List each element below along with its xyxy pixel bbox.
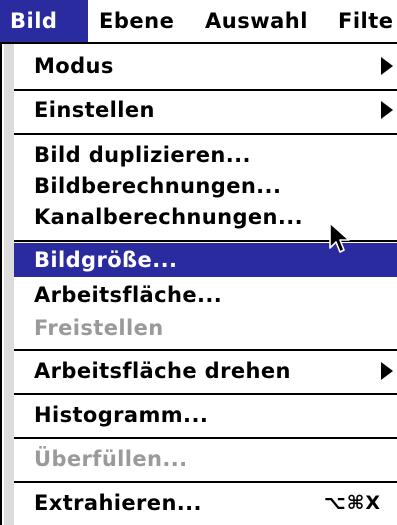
menu-item-label: Histogramm... [34,403,209,427]
menubar-item-auswahl[interactable]: Auswahl [205,0,308,42]
menubar-item-filter[interactable]: Filte [338,0,394,42]
menu-shadow-strip [4,44,14,525]
menu-item-label: Freistellen [34,316,164,340]
menu-item-extrahieren[interactable]: Extrahieren... ⌥⌘X [14,485,397,521]
menu-separator [14,133,397,135]
menu-item-arbeitsflaeche[interactable]: Arbeitsfläche... [14,277,397,313]
menu-separator [14,89,397,91]
menu-item-ueberfuellen: Überfüllen... [14,441,397,477]
menu-item-label: Einstellen [34,98,155,122]
menu-item-einstellen[interactable]: Einstellen [14,92,397,128]
menu-separator [14,437,397,439]
menu-item-label: Arbeitsfläche drehen [34,359,291,383]
menu-item-freistellen: Freistellen [14,310,397,346]
menu-item-histogramm[interactable]: Histogramm... [14,397,397,433]
bild-dropdown-menu: Modus Einstellen Bild duplizieren... Bil… [0,44,397,525]
menubar-item-bild[interactable]: Bild [0,0,88,42]
menu-item-arbeitsflaeche-drehen[interactable]: Arbeitsfläche drehen [14,353,397,389]
menubar-item-ebene[interactable]: Ebene [99,0,174,42]
menu-item-modus[interactable]: Modus [14,48,397,84]
menu-separator [14,349,397,351]
menu-item-label: Überfüllen... [34,447,188,471]
menu-item-label: Bildgröße... [34,248,178,272]
menu-item-label: Kanalberechnungen... [34,205,304,229]
submenu-arrow-icon [381,101,393,119]
menu-item-label: Extrahieren... [34,491,202,515]
submenu-arrow-icon [381,362,393,380]
menu-item-label: Bildberechnungen... [34,174,282,198]
submenu-arrow-icon [381,57,393,75]
menu-separator [14,481,397,483]
arrow-cursor-icon [329,222,350,253]
keyboard-shortcut: ⌥⌘X [323,492,381,514]
menu-item-label: Arbeitsfläche... [34,283,223,307]
menu-separator [14,393,397,395]
menu-item-label: Modus [34,54,114,78]
menu-bar: Bild Ebene Auswahl Filte [0,0,397,44]
menu-item-label: Bild duplizieren... [34,143,251,167]
